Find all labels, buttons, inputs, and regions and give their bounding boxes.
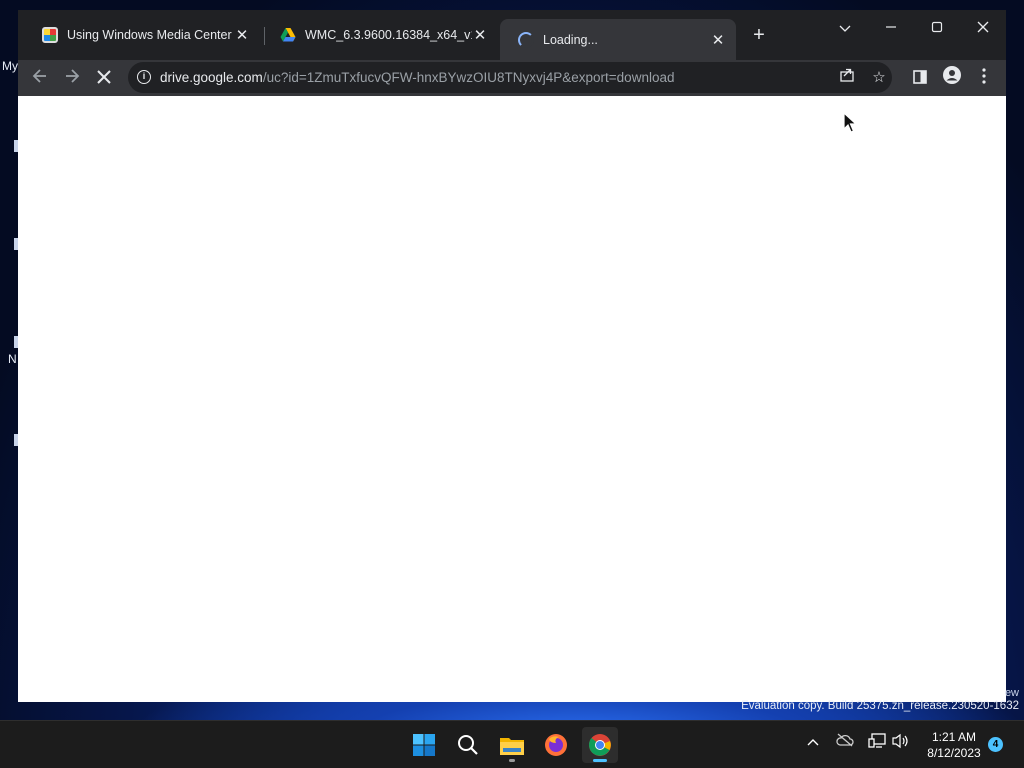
running-indicator <box>509 759 515 762</box>
close-icon[interactable]: ✕ <box>234 26 250 44</box>
maximize-button[interactable] <box>914 14 960 44</box>
google-drive-icon <box>280 27 296 43</box>
close-icon[interactable]: ✕ <box>472 26 488 44</box>
tab-wmc-download[interactable]: WMC_6.3.9600.16384_x64_v12.7z ✕ <box>262 19 498 51</box>
side-panel-button[interactable] <box>906 64 934 92</box>
more-vert-icon <box>982 68 986 84</box>
tab-title: WMC_6.3.9600.16384_x64_v12.7z <box>305 28 472 42</box>
tab-title: Using Windows Media Center in <box>67 28 234 42</box>
chrome-window: Using Windows Media Center in ✕ WMC_6.3.… <box>18 10 1006 702</box>
bookmark-star-icon[interactable]: ☆ <box>868 67 890 89</box>
chevron-up-icon <box>807 739 819 746</box>
chrome-button[interactable] <box>582 727 618 763</box>
onedrive-button[interactable] <box>834 733 856 750</box>
clock-date: 8/12/2023 <box>927 746 981 760</box>
close-icon[interactable]: ✕ <box>710 31 726 49</box>
menu-button[interactable] <box>970 64 998 92</box>
chrome-icon <box>589 734 611 756</box>
arrow-left-icon <box>32 69 46 83</box>
start-button[interactable] <box>406 727 442 763</box>
search-button[interactable] <box>450 727 486 763</box>
stop-loading-button[interactable] <box>90 64 118 92</box>
profile-button[interactable] <box>938 64 966 92</box>
close-window-button[interactable] <box>960 14 1006 44</box>
desktop-icon-label[interactable]: My <box>2 59 18 73</box>
notification-badge[interactable]: 4 <box>988 737 1003 752</box>
tab-loading[interactable]: Loading... ✕ <box>500 19 736 60</box>
show-hidden-icons-button[interactable] <box>802 733 824 749</box>
wmc-icon <box>42 27 58 43</box>
url-host: drive.google.com <box>160 70 263 85</box>
page-content[interactable] <box>18 96 1006 702</box>
start-icon <box>413 734 435 756</box>
evaluation-watermark: Evaluation copy. Build 25375.zn_release.… <box>741 700 1019 712</box>
firefox-icon <box>545 734 567 756</box>
active-indicator <box>593 759 607 762</box>
stop-icon <box>97 70 111 84</box>
close-icon <box>977 21 989 33</box>
forward-button[interactable] <box>58 64 86 92</box>
tab-strip: Using Windows Media Center in ✕ WMC_6.3.… <box>18 10 1006 60</box>
new-tab-button[interactable]: + <box>748 24 770 46</box>
address-bar[interactable]: i drive.google.com/uc?id=1ZmuTxfucvQFW-h… <box>128 62 892 93</box>
clock-time: 1:21 AM <box>931 730 977 744</box>
tab-search-button[interactable] <box>822 14 868 44</box>
taskbar: 1:21 AM 8/12/2023 4 <box>0 720 1024 768</box>
minimize-icon <box>886 26 896 28</box>
chevron-down-icon <box>839 25 851 32</box>
site-info-icon[interactable]: i <box>137 70 151 84</box>
url-text[interactable]: drive.google.com/uc?id=1ZmuTxfucvQFW-hnx… <box>160 70 674 85</box>
arrow-right-icon <box>66 69 80 83</box>
url-path: /uc?id=1ZmuTxfucvQFW-hnxBYwzOIU8TNyxvj4P… <box>262 70 675 85</box>
tab-using-windows-media-center[interactable]: Using Windows Media Center in ✕ <box>24 19 260 51</box>
tab-title: Loading... <box>543 32 598 47</box>
clock[interactable]: 1:21 AM 8/12/2023 <box>918 729 990 761</box>
firefox-button[interactable] <box>538 727 574 763</box>
volume-button[interactable] <box>890 733 912 752</box>
browser-toolbar: i drive.google.com/uc?id=1ZmuTxfucvQFW-h… <box>18 60 1006 96</box>
loading-spinner-icon <box>518 31 534 48</box>
file-explorer-icon <box>500 738 524 755</box>
share-icon[interactable] <box>836 67 858 89</box>
profile-icon <box>943 66 961 84</box>
volume-icon <box>892 733 908 749</box>
search-icon <box>458 735 478 755</box>
watermark-fragment: ew <box>1004 687 1019 699</box>
network-button[interactable] <box>866 733 888 752</box>
network-icon <box>868 733 886 748</box>
minimize-button[interactable] <box>868 14 914 44</box>
maximize-icon <box>931 21 943 33</box>
cloud-off-icon <box>836 733 854 747</box>
back-button[interactable] <box>26 64 54 92</box>
mouse-cursor-icon <box>843 112 857 133</box>
side-panel-icon <box>913 70 927 84</box>
desktop-icon-label[interactable]: N <box>8 352 17 366</box>
file-explorer-button[interactable] <box>494 727 530 763</box>
